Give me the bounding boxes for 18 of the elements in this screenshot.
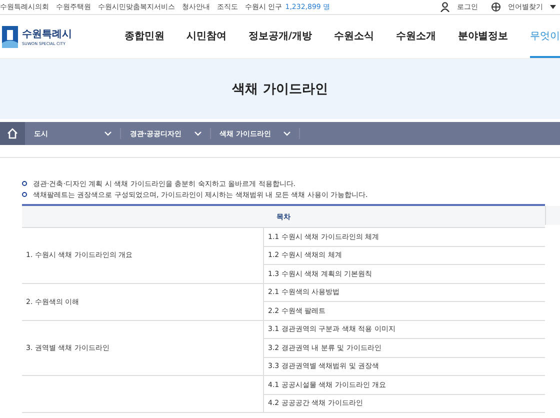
globe-icon bbox=[491, 2, 501, 12]
nav-tab[interactable]: 정보공개/개방 bbox=[248, 15, 312, 58]
bullet-icon bbox=[22, 192, 27, 197]
page-title: 색채 가이드라인 bbox=[232, 81, 328, 98]
nav-tab[interactable]: 종합민원 bbox=[124, 15, 164, 58]
chevron-down-icon bbox=[283, 131, 292, 136]
nav-tab[interactable]: 시민참여 bbox=[186, 15, 226, 58]
nav-tab[interactable]: 수원소개 bbox=[396, 15, 436, 58]
home-icon bbox=[7, 128, 18, 139]
chevron-down-icon bbox=[104, 131, 112, 136]
caret-icon bbox=[550, 5, 556, 9]
logo-name: 수원특례시 bbox=[22, 28, 72, 41]
person-icon bbox=[440, 2, 450, 12]
nav-tab[interactable]: 수원소식 bbox=[334, 15, 374, 58]
bullet-icon bbox=[22, 181, 27, 186]
home-button[interactable] bbox=[0, 122, 25, 145]
chevron-down-icon bbox=[194, 131, 202, 136]
nav-tab[interactable]: 분야별정보 bbox=[458, 15, 508, 58]
